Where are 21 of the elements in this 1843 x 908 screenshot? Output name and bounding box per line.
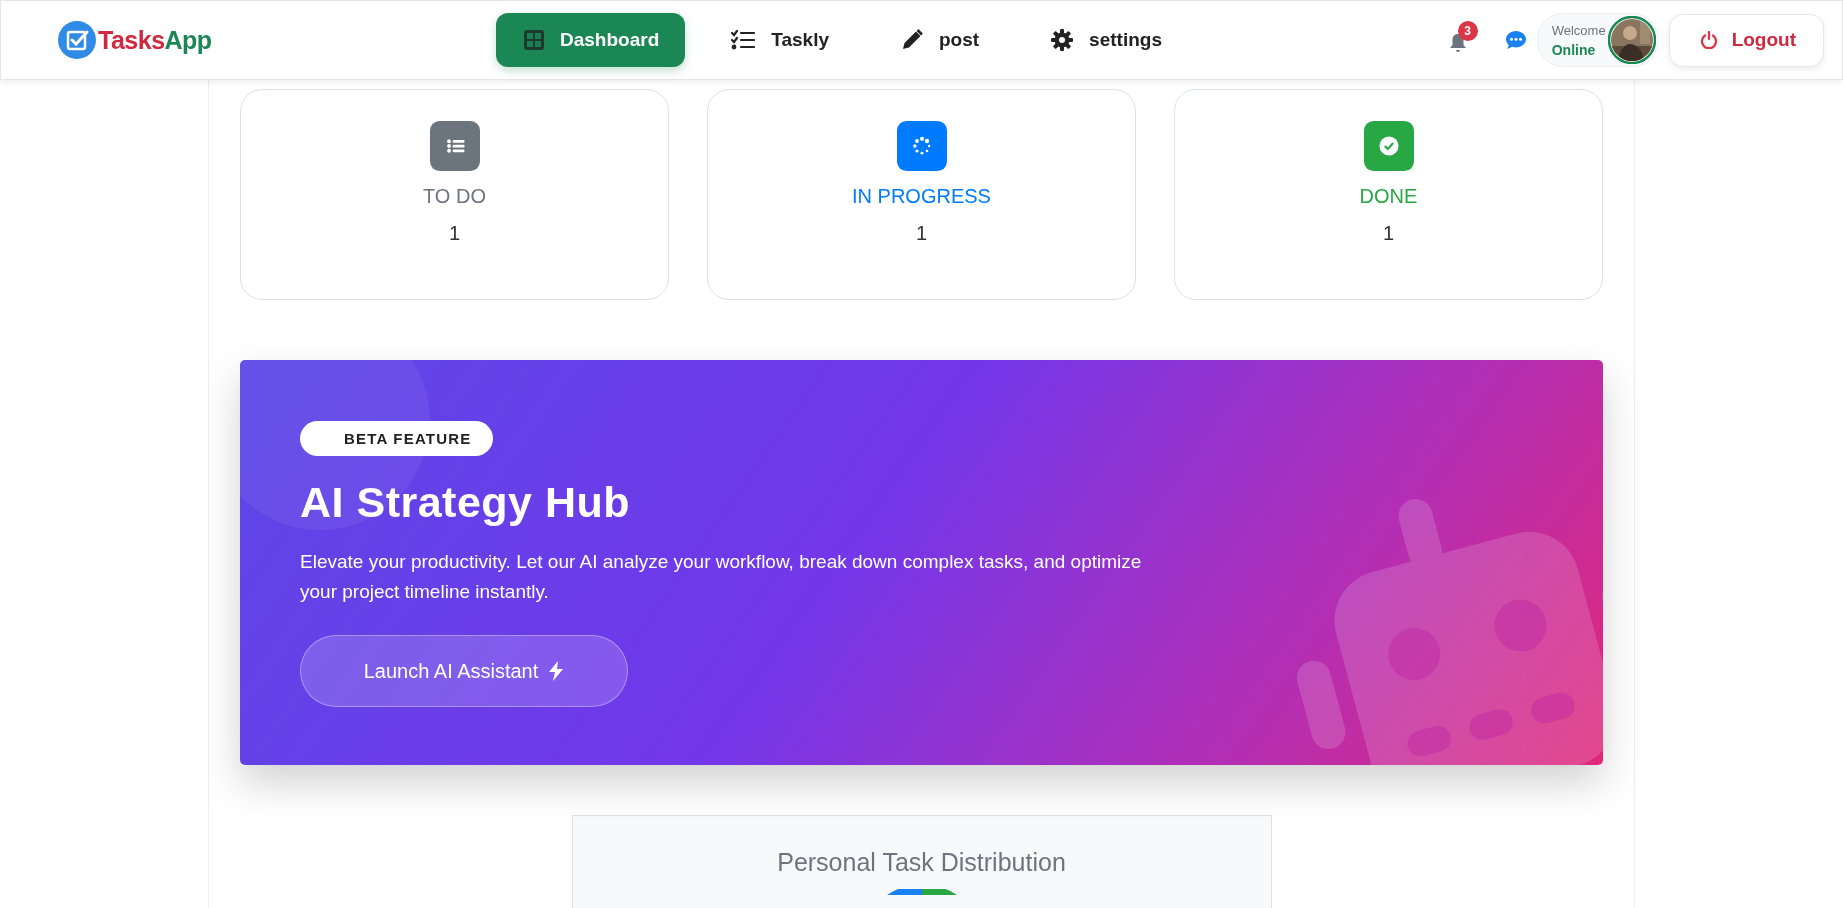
nav-tab[interactable]: Dashboard (496, 13, 686, 67)
nav-tab[interactable]: post (875, 13, 1006, 67)
logout-button[interactable]: Logout (1668, 13, 1824, 67)
task-count: 1 (915, 222, 928, 245)
status-text: Online (1551, 41, 1597, 58)
status-label: DONE (1359, 185, 1418, 208)
banner-title: AI Strategy Hub (300, 478, 632, 527)
banner-description: Elevate your productivity. Let our AI analyze your workflow, break down complex tasks, and optimize your project timeline instantly. (300, 550, 1143, 604)
task-count: 1 (1382, 222, 1395, 245)
nav-tab[interactable]: Taskly (705, 13, 855, 67)
welcome-text: Welcome (1551, 22, 1606, 38)
user-chip[interactable]: Welcome Online (1536, 13, 1659, 67)
beta-badge: BETA FEATURE (300, 421, 494, 456)
nav-tab[interactable]: settings (1025, 13, 1188, 67)
logo-text[interactable]: TasksApp (98, 25, 212, 55)
launch-button[interactable]: Launch AI Assistant (300, 635, 628, 707)
chart-title: Personal Task Distribution (777, 848, 1066, 877)
task-count: 1 (448, 222, 461, 245)
status-label: TO DO (423, 185, 486, 208)
status-label: IN PROGRESS (852, 185, 991, 208)
notification-badge: 3 (1457, 21, 1478, 41)
